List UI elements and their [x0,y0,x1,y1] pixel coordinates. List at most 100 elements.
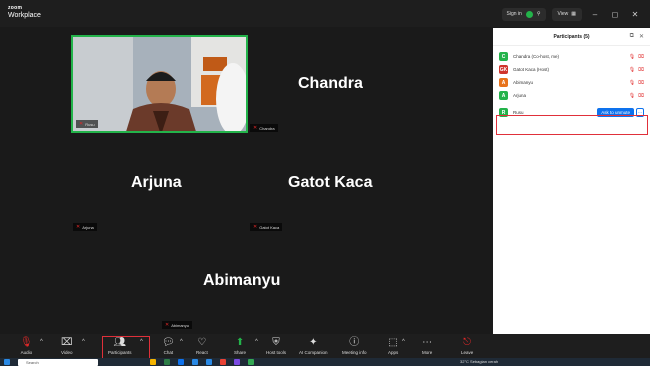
pop-out-icon[interactable]: ⧉ [630,33,634,40]
participant-status-icons: 🎙︎ ⌧ [629,67,644,73]
muted-mic-icon: ✕ [165,322,170,328]
participant-row[interactable]: C Chandra (Co-host, me) 🎙︎ ⌧ [499,50,644,63]
video-off-icon[interactable]: ⌧ [638,54,644,60]
view-label: View [557,11,569,17]
taskbar-search[interactable]: Search [18,359,98,366]
muted-mic-icon: ✕ [79,121,84,127]
ai-companion-button[interactable]: ✦ AI Companion [299,337,328,355]
more-label: More [422,350,433,355]
ai-companion-label: AI Companion [299,350,328,355]
share-label: Share [234,350,247,355]
participants-button-highlight [102,336,150,359]
zoom-logo: zoom Workplace [8,5,41,20]
audio-label: Audio [20,350,33,355]
chandra-label-text: Chandra [259,125,275,131]
close-icon[interactable]: ✕ [628,10,642,19]
participant-name: Chandra (Co-host, me) [513,54,560,59]
chat-caret-icon[interactable]: ^ [180,339,183,345]
avatar: C [499,52,508,61]
apps-caret-icon[interactable]: ^ [402,339,405,345]
muted-mic-icon[interactable]: 🎙︎ [629,80,635,86]
react-icon: ♡ [197,337,207,348]
abimanyu-tile-name: Abimanyu [203,272,281,289]
leave-icon: ⎋ [463,337,472,348]
maximize-icon[interactable]: ◻ [608,10,622,19]
minimize-icon[interactable]: – [588,10,602,19]
arjuna-tile-name: Arjuna [131,174,182,191]
video-caret-icon[interactable]: ^ [82,339,85,345]
muted-mic-icon: ✕ [76,224,81,230]
participant-row[interactable]: A Arjuna 🎙︎ ⌧ [499,89,644,102]
participants-header: Participants (5) ⧉ ✕ [493,28,650,46]
video-off-icon[interactable]: ⌧ [638,67,644,73]
os-taskbar: Search 32°C Sebagian cerah [0,358,650,366]
muted-mic-icon[interactable]: 🎙︎ [629,93,635,99]
title-bar: zoom Workplace Sign in ⚲ View ▦ – ◻ ✕ [0,0,650,27]
participants-title: Participants (5) [553,34,590,40]
rusu-row-highlight [496,115,648,135]
sparkle-icon: ✦ [309,337,318,348]
arjuna-tile-label: ✕ Arjuna [73,223,97,231]
view-button[interactable]: View ▦ [551,7,582,21]
share-button[interactable]: ⬆ Share [234,337,246,355]
app-icon[interactable] [234,359,240,365]
apps-label: Apps [388,350,399,355]
muted-mic-icon[interactable]: 🎙︎ [629,67,635,73]
chat-button[interactable]: 💬︎ Chat [162,337,175,355]
encryption-shield-icon[interactable] [525,10,533,18]
edge-icon[interactable] [192,359,198,365]
meeting-toolbar: 🎙︎ Audio ^ ⌧ Video ^ 👥︎ Participants ^ 💬… [0,334,650,358]
rusu-video-tile[interactable]: ✕ Rusu [71,35,248,133]
chandra-tile-name: Chandra [298,75,363,92]
apps-button[interactable]: ⬚ Apps [388,337,398,355]
participant-status-icons: 🎙︎ ⌧ [629,54,644,60]
host-tools-button[interactable]: ⛨ Host tools [266,337,286,355]
participant-status-icons: 🎙︎ ⌧ [629,80,644,86]
participant-row[interactable]: A Abimanyu 🎙︎ ⌧ [499,76,644,89]
muted-mic-icon[interactable]: 🎙︎ [629,54,635,60]
windows-start-icon[interactable] [4,359,10,365]
more-icon: ⋯ [422,337,433,348]
app-icon[interactable] [248,359,254,365]
video-off-icon: ⌧ [61,337,73,348]
participant-row[interactable]: GK Gatot Kaca (Host) 🎙︎ ⌧ [499,63,644,76]
chrome-icon[interactable] [220,359,226,365]
audio-button[interactable]: 🎙︎ Audio [20,337,33,355]
video-off-icon[interactable]: ⌧ [638,80,644,86]
abimanyu-tile-label: ✕ Abimanyu [162,321,192,329]
connection-icon[interactable]: ⚲ [537,11,541,17]
video-off-icon[interactable]: ⌧ [638,93,644,99]
muted-mic-icon: ✕ [253,125,258,131]
weather-status[interactable]: 32°C Sebagian cerah [460,359,498,364]
chat-label: Chat [163,350,174,355]
app-icon[interactable] [164,359,170,365]
zoom-app-icon[interactable] [178,359,184,365]
participant-name: Gatot Kaca (Host) [513,67,550,72]
avatar: GK [499,65,508,74]
abimanyu-label-text: Abimanyu [171,322,189,328]
leave-label: Leave [461,350,474,355]
react-label: React [196,350,208,355]
gatot-label-text: Gatot Kaca [259,224,280,230]
react-button[interactable]: ♡ React [196,337,208,355]
avatar: A [499,78,508,87]
video-button[interactable]: ⌧ Video [61,337,73,355]
more-button[interactable]: ⋯ More [422,337,432,355]
app-icon[interactable] [206,359,212,365]
gatot-tile-label: ✕ Gatot Kaca [250,223,283,231]
zoom-window: zoom Workplace Sign in ⚲ View ▦ – ◻ ✕ ✕ … [0,0,650,366]
sign-in-button[interactable]: Sign in ⚲ [501,7,546,21]
host-tools-label: Host tools [266,350,287,355]
apps-icon: ⬚ [388,337,398,348]
file-explorer-icon[interactable] [150,359,156,365]
close-panel-icon[interactable]: ✕ [639,33,644,40]
share-caret-icon[interactable]: ^ [255,339,258,345]
shield-icon: ⛨ [272,337,280,348]
rusu-tile-label: ✕ Rusu [76,120,98,128]
leave-button[interactable]: ⎋ Leave [461,337,473,355]
rusu-label-text: Rusu [85,121,95,127]
meeting-info-button[interactable]: ⓘ Meeting info [342,337,367,355]
audio-caret-icon[interactable]: ^ [40,339,43,345]
arjuna-label-text: Arjuna [82,224,94,230]
brand-top: zoom [8,5,23,11]
